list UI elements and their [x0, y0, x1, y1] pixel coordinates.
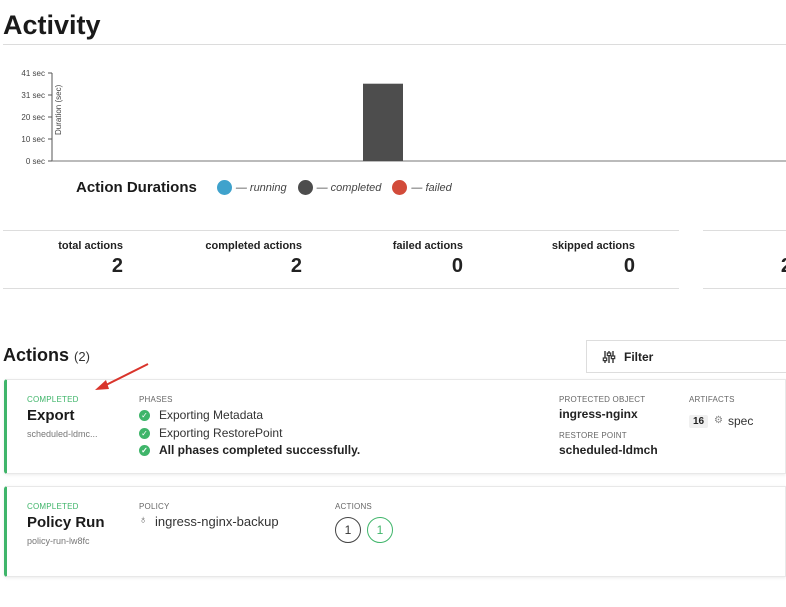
failed-dot-icon: [392, 180, 408, 195]
card-title: Policy Run: [27, 514, 105, 531]
completed-dot-icon: [297, 180, 313, 195]
status-label: COMPLETED: [27, 395, 79, 404]
page-title: Activity: [3, 10, 101, 40]
policy-value[interactable]: ingress-nginx-backup: [155, 514, 279, 529]
action-durations-chart: 0 sec 10 sec 20 sec 31 sec 41 sec Durati…: [21, 69, 786, 166]
phase-item: ✓ Exporting RestorePoint: [139, 426, 282, 440]
chart-legend: Action Durations — running — completed —…: [76, 179, 463, 196]
status-label: COMPLETED: [27, 502, 79, 511]
policy-badge-icon: ♁: [139, 514, 148, 526]
card-title: Export: [27, 407, 75, 424]
phase-text: Exporting Metadata: [159, 408, 264, 422]
stat-skipped-actions: skipped actions 0: [515, 231, 635, 278]
y-tick-label: 31 sec: [21, 91, 45, 100]
stat-failed-actions: failed actions 0: [343, 231, 463, 278]
legend-label: — completed: [316, 181, 382, 194]
stat-value: 2: [290, 255, 302, 277]
running-dot-icon: [216, 180, 232, 195]
y-tick-label: 0 sec: [26, 157, 45, 166]
action-count-circle[interactable]: 1: [335, 517, 361, 543]
filter-label: Filter: [624, 349, 654, 364]
policy-label: POLICY: [139, 502, 170, 511]
phase-text: All phases completed successfully.: [159, 443, 361, 457]
stat-value: 2: [703, 255, 786, 278]
check-circle-icon: ✓: [139, 444, 150, 456]
phases-label: PHASES: [139, 395, 173, 404]
y-tick-label: 20 sec: [21, 113, 45, 122]
filter-button[interactable]: Filter: [586, 340, 786, 373]
restore-point-label: RESTORE POINT: [559, 431, 627, 440]
phase-text: Exporting RestorePoint: [159, 426, 283, 440]
stat-label: completed actions: [205, 240, 302, 252]
artifacts-count-badge: 16: [689, 415, 709, 428]
spec-icon: ⚙: [714, 415, 723, 426]
actions-heading-label: Actions: [3, 345, 70, 365]
y-axis-label: Duration (sec): [54, 84, 63, 135]
annotation-arrow: [95, 363, 149, 390]
check-circle-icon: ✓: [139, 427, 150, 439]
restore-point-value[interactable]: scheduled-ldmch: [559, 443, 658, 457]
stat-value: 0: [451, 255, 463, 277]
filter-sliders-icon: [602, 350, 616, 363]
protected-object-value[interactable]: ingress-nginx: [559, 407, 638, 421]
y-tick: 20 sec: [21, 113, 52, 122]
completed-action-count-circle[interactable]: 1: [367, 517, 393, 543]
action-card-policy-run[interactable]: COMPLETED Policy Run policy-run-lw8fc PO…: [4, 486, 786, 577]
stat-completed-actions: completed actions 2: [182, 231, 302, 278]
stat-value: 0: [623, 255, 635, 277]
y-tick: 10 sec: [21, 135, 52, 144]
stat-label: total actions: [58, 240, 123, 252]
y-tick: 31 sec: [21, 91, 52, 100]
phase-item: ✓ Exporting Metadata: [139, 408, 263, 422]
y-tick-label: 41 sec: [21, 69, 45, 78]
legend-item-completed: — completed: [297, 180, 382, 195]
title-divider: [3, 44, 786, 45]
check-circle-icon: ✓: [139, 409, 150, 421]
actions-label: ACTIONS: [335, 502, 372, 511]
artifact-name[interactable]: spec: [728, 414, 753, 428]
stats-panel-secondary: a 2: [703, 230, 786, 289]
stat-total-actions: total actions 2: [3, 231, 123, 278]
card-subtitle: scheduled-ldmc...: [27, 429, 98, 439]
legend-item-failed: — failed: [392, 180, 452, 195]
protected-object-label: PROTECTED OBJECT: [559, 395, 646, 404]
stat-value: 2: [111, 255, 123, 277]
y-ticks: 0 sec 10 sec 20 sec 31 sec 41 sec: [21, 69, 52, 166]
artifacts-label: ARTIFACTS: [689, 395, 735, 404]
legend-item-running: — running: [216, 180, 287, 195]
stat-label: skipped actions: [551, 240, 635, 252]
phase-item: ✓ All phases completed successfully.: [139, 443, 360, 457]
legend-label: — running: [235, 181, 287, 194]
stat-partial: a 2: [703, 231, 786, 278]
stats-panel: total actions 2 completed actions 2 fail…: [3, 230, 679, 289]
actions-count: (2): [74, 349, 90, 364]
y-tick: 0 sec: [26, 157, 52, 166]
duration-bar: [363, 83, 403, 161]
y-tick-label: 10 sec: [21, 135, 45, 144]
actions-heading: Actions (2): [3, 345, 90, 366]
card-subtitle: policy-run-lw8fc: [27, 536, 90, 546]
legend-title: Action Durations: [76, 179, 197, 196]
legend-label: — failed: [411, 181, 452, 194]
stat-label: failed actions: [392, 240, 463, 252]
y-tick: 41 sec: [21, 69, 52, 78]
stat-label: a: [703, 240, 786, 252]
